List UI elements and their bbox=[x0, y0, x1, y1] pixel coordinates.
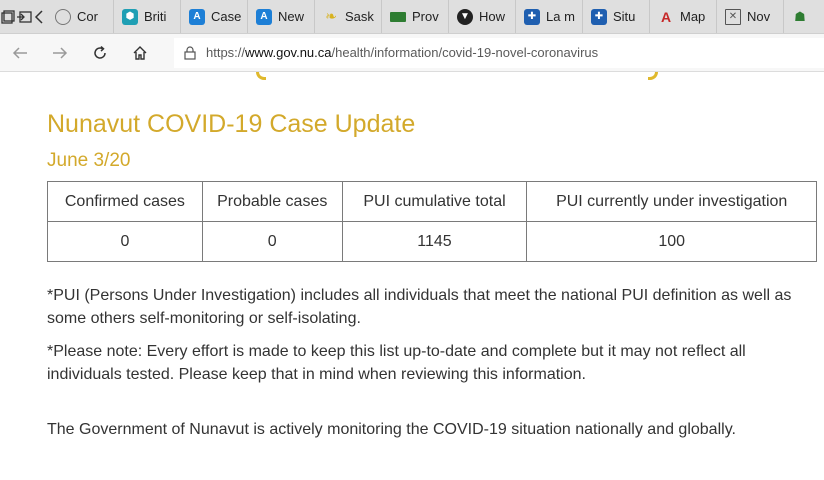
tab-label: How bbox=[479, 9, 506, 24]
url-text: https://www.gov.nu.ca/health/information… bbox=[206, 45, 598, 60]
green-banner-icon bbox=[390, 11, 406, 22]
blue-a-icon: A bbox=[256, 8, 272, 25]
browser-tab[interactable]: Cor bbox=[47, 0, 114, 33]
hexagon-icon: ⬢ bbox=[122, 8, 138, 25]
table-cell: 0 bbox=[201, 221, 343, 262]
browser-tab[interactable]: A Case bbox=[181, 0, 248, 33]
fleur-de-lis-icon: ✚ bbox=[591, 8, 607, 25]
tab-strip: Cor ⬢ Briti A Case A New ❧ Sask Prov ▼ H… bbox=[0, 0, 824, 34]
page-content: Nunavut COVID-19 Case Update June 3/20 C… bbox=[0, 72, 824, 480]
leaf-icon: ❧ bbox=[325, 8, 337, 24]
page-title: Nunavut COVID-19 Case Update bbox=[47, 110, 416, 138]
column-header: Confirmed cases bbox=[47, 181, 203, 222]
monitoring-statement: The Government of Nunavut is actively mo… bbox=[47, 421, 736, 438]
url-path: /health/information/covid-19-novel-coron… bbox=[331, 45, 599, 60]
tab-label: New bbox=[278, 9, 305, 24]
url-scheme: https:// bbox=[206, 45, 246, 60]
tab-label: Nov bbox=[747, 9, 771, 24]
tab-label: Prov bbox=[412, 9, 439, 24]
network-icon: ☗ bbox=[794, 8, 806, 24]
scroll-tabs-left-icon[interactable] bbox=[32, 0, 48, 33]
tab-label: Situ bbox=[613, 9, 636, 24]
table-cell: 0 bbox=[47, 221, 203, 262]
back-icon[interactable] bbox=[0, 34, 40, 72]
browser-tab[interactable]: Prov bbox=[382, 0, 449, 33]
browser-tab[interactable]: A New bbox=[248, 0, 315, 33]
table-cell: 1145 bbox=[341, 221, 528, 262]
tab-label: Map bbox=[680, 9, 706, 24]
shield-icon: ▼ bbox=[457, 8, 473, 25]
table-header-row: Confirmed cases Probable cases PUI cumul… bbox=[47, 181, 817, 222]
tab-label: Sask bbox=[345, 9, 374, 24]
browser-tab[interactable]: ⬢ Briti bbox=[114, 0, 181, 33]
lock-icon bbox=[184, 45, 198, 60]
forward-icon[interactable] bbox=[40, 34, 80, 72]
circle-c-icon bbox=[55, 8, 71, 25]
browser-tab[interactable]: ❧ Sask bbox=[315, 0, 382, 33]
pui-definition-note: *PUI (Persons Under Investigation) inclu… bbox=[47, 287, 792, 327]
column-header: Probable cases bbox=[201, 181, 343, 222]
address-bar: https://www.gov.nu.ca/health/information… bbox=[0, 34, 824, 72]
url-host: www.gov.nu.ca bbox=[245, 45, 332, 60]
browser-tab[interactable]: ✚ La m bbox=[516, 0, 583, 33]
url-field[interactable]: https://www.gov.nu.ca/health/information… bbox=[174, 37, 824, 68]
update-date: June 3/20 bbox=[47, 150, 131, 171]
column-header: PUI cumulative total bbox=[341, 181, 528, 222]
browser-tab[interactable]: ☗ bbox=[784, 0, 824, 33]
red-a-icon: A bbox=[660, 8, 672, 25]
blue-a-icon: A bbox=[189, 8, 205, 25]
home-icon[interactable] bbox=[120, 34, 160, 72]
tab-label: Case bbox=[211, 9, 242, 24]
disclaimer-note: *Please note: Every effort is made to ke… bbox=[47, 343, 746, 383]
decorative-bracket bbox=[256, 72, 266, 80]
decorative-bracket bbox=[648, 72, 658, 80]
set-tabs-aside-icon[interactable] bbox=[16, 0, 32, 33]
browser-tab[interactable]: ✚ Situ bbox=[583, 0, 650, 33]
fleur-de-lis-icon: ✚ bbox=[524, 8, 540, 25]
table-row: 0 0 1145 100 bbox=[47, 221, 817, 262]
image-icon: ✕ bbox=[725, 8, 741, 25]
browser-tab[interactable]: ✕ Nov bbox=[717, 0, 784, 33]
tab-label: La m bbox=[546, 9, 575, 24]
tab-actions-icon[interactable] bbox=[0, 0, 16, 33]
tab-label: Briti bbox=[144, 9, 167, 24]
column-header: PUI currently under investigation bbox=[526, 181, 817, 222]
tab-label: Cor bbox=[77, 9, 98, 24]
refresh-icon[interactable] bbox=[80, 34, 120, 72]
case-table: Confirmed cases Probable cases PUI cumul… bbox=[47, 181, 817, 262]
table-cell: 100 bbox=[526, 221, 817, 262]
browser-tab[interactable]: A Map bbox=[650, 0, 717, 33]
browser-tab[interactable]: ▼ How bbox=[449, 0, 516, 33]
